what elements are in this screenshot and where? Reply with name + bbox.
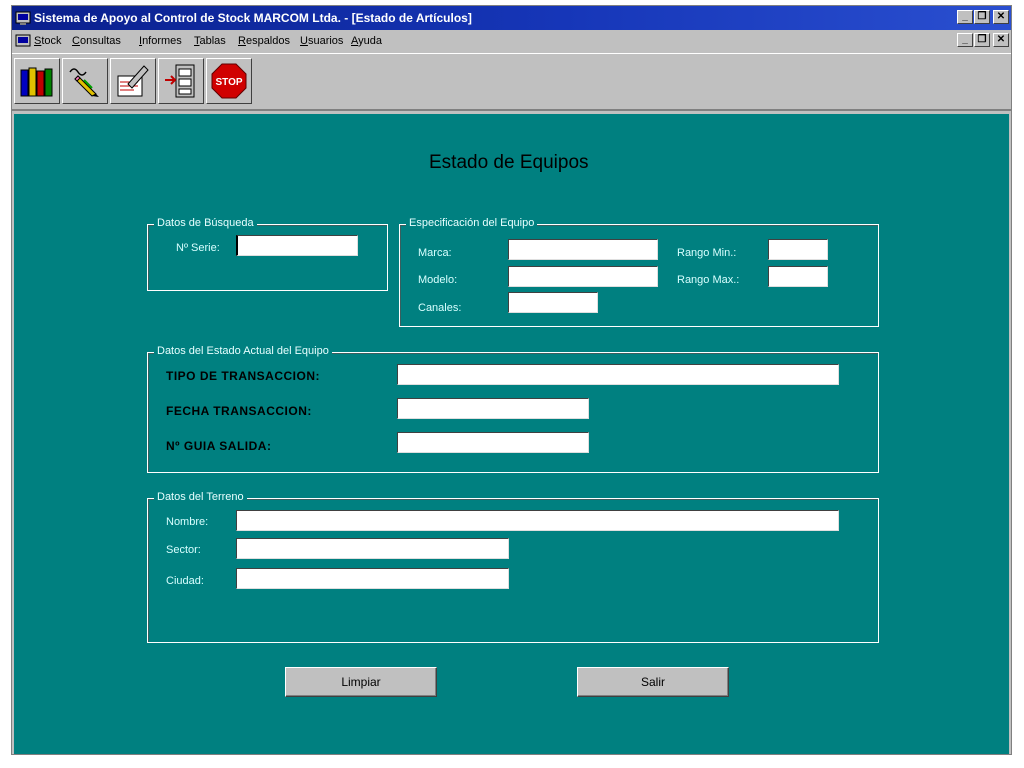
canales-input[interactable] <box>508 292 598 313</box>
fecha-transaccion-input[interactable] <box>397 398 589 419</box>
modelo-input[interactable] <box>508 266 658 287</box>
file-cabinet-icon <box>165 64 195 98</box>
group-especificacion-legend: Especificación del Equipo <box>406 217 538 229</box>
tipo-transaccion-input[interactable] <box>397 364 839 385</box>
page-title: Estado de Equipos <box>429 152 589 173</box>
rango-max-label: Rango Max.: <box>677 274 740 286</box>
group-terreno-legend: Datos del Terreno <box>154 491 247 503</box>
menu-usuarios[interactable]: Usuarios <box>300 35 343 47</box>
toolbar-tablas-button[interactable] <box>158 58 204 104</box>
menu-consultas[interactable]: Consultas <box>72 35 121 47</box>
restore-button[interactable]: ❐ <box>974 10 990 24</box>
form-area: Estado de Equipos Datos de Búsqueda Nº S… <box>14 114 1009 754</box>
fecha-transaccion-label: FECHA TRANSACCION: <box>166 404 312 418</box>
document-icon[interactable] <box>15 33 31 49</box>
salir-button[interactable]: Salir <box>577 667 729 697</box>
canales-label: Canales: <box>418 302 462 314</box>
serie-input[interactable] <box>236 235 358 256</box>
stop-label: STOP <box>215 77 242 88</box>
marca-label: Marca: <box>418 247 452 259</box>
minimize-button[interactable]: _ <box>957 10 973 24</box>
rango-max-input[interactable] <box>768 266 828 287</box>
toolbar-consultas-button[interactable] <box>62 58 108 104</box>
sector-label: Sector: <box>166 544 201 556</box>
tipo-transaccion-label: TIPO DE TRANSACCION: <box>166 369 320 383</box>
toolbar-stock-button[interactable] <box>14 58 60 104</box>
title-bar[interactable]: Sistema de Apoyo al Control de Stock MAR… <box>12 6 1011 30</box>
rango-min-input[interactable] <box>768 239 828 260</box>
child-close-button[interactable]: ✕ <box>993 33 1009 47</box>
menu-tablas[interactable]: Tablas <box>194 35 226 47</box>
nombre-label: Nombre: <box>166 516 209 528</box>
books-icon <box>20 67 53 97</box>
limpiar-button[interactable]: Limpiar <box>285 667 437 697</box>
edit-pencil-icon <box>69 68 99 97</box>
menu-stock[interactable]: Stock <box>34 35 62 47</box>
app-icon <box>15 11 31 25</box>
child-restore-button[interactable]: ❐ <box>974 33 990 47</box>
stop-icon: STOP <box>211 63 247 99</box>
menu-respaldos[interactable]: Respaldos <box>238 35 290 47</box>
ciudad-input[interactable] <box>236 568 509 589</box>
guia-salida-label: Nº GUIA SALIDA: <box>166 439 272 453</box>
guia-salida-input[interactable] <box>397 432 589 453</box>
rango-min-label: Rango Min.: <box>677 247 737 259</box>
close-button[interactable]: ✕ <box>993 10 1009 24</box>
child-minimize-button[interactable]: _ <box>957 33 973 47</box>
menu-informes[interactable]: Informes <box>139 35 182 47</box>
app-window: Sistema de Apoyo al Control de Stock MAR… <box>11 5 1012 755</box>
menu-bar: Stock Consultas Informes Tablas Respaldo… <box>12 30 1011 52</box>
ciudad-label: Ciudad: <box>166 575 204 587</box>
menu-ayuda[interactable]: Ayuda <box>351 35 382 47</box>
toolbar-informes-button[interactable] <box>110 58 156 104</box>
modelo-label: Modelo: <box>418 274 458 286</box>
document-edit-icon <box>117 65 149 97</box>
nombre-input[interactable] <box>236 510 839 531</box>
sector-input[interactable] <box>236 538 509 559</box>
group-busqueda-legend: Datos de Búsqueda <box>154 217 257 229</box>
toolbar: STOP <box>12 53 1011 111</box>
group-estado-legend: Datos del Estado Actual del Equipo <box>154 345 332 357</box>
marca-input[interactable] <box>508 239 658 260</box>
toolbar-stop-button[interactable]: STOP <box>206 58 252 104</box>
window-title: Sistema de Apoyo al Control de Stock MAR… <box>34 11 472 25</box>
serie-label: Nº Serie: <box>176 242 220 254</box>
